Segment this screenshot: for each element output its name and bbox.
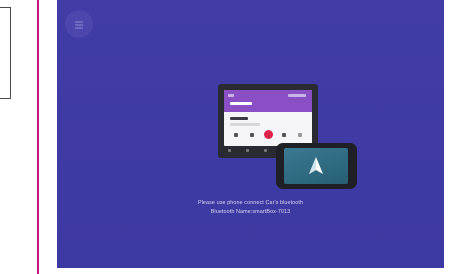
connection-instructions: Please use phone connect Car's bluetooth…	[57, 199, 444, 217]
track-title-line	[230, 102, 252, 105]
status-bar-item	[228, 94, 234, 97]
connection-instruction-text: Please use phone connect Car's bluetooth	[197, 200, 304, 206]
menu-icon-bar	[75, 27, 83, 29]
android-auto-navigation-icon	[309, 157, 323, 174]
next-icon	[282, 133, 286, 137]
previous-icon	[250, 133, 254, 137]
vertical-divider	[37, 0, 39, 274]
phone-screen	[284, 148, 348, 184]
menu-icon	[75, 21, 83, 23]
head-unit-screen	[224, 90, 312, 146]
bluetooth-name-text: Bluetooth Name:smartBox-7013	[210, 209, 291, 215]
home-icon	[264, 149, 267, 152]
left-panel-frame	[0, 7, 11, 99]
page: Please use phone connect Car's bluetooth…	[0, 0, 454, 274]
media-header	[224, 90, 312, 112]
play-button-icon	[264, 130, 273, 139]
track-info-line	[230, 123, 260, 126]
nav-icon	[228, 149, 231, 152]
more-icon	[298, 133, 302, 137]
track-artist-line	[230, 117, 248, 120]
menu-icon-bar	[75, 24, 83, 26]
car-display-screen: Please use phone connect Car's bluetooth…	[57, 0, 444, 268]
status-bar-item	[288, 94, 306, 97]
menu-button[interactable]	[65, 10, 93, 38]
phone-icon	[246, 149, 249, 152]
phone-illustration	[276, 143, 357, 189]
media-controls	[230, 130, 306, 140]
shuffle-icon	[234, 133, 238, 137]
